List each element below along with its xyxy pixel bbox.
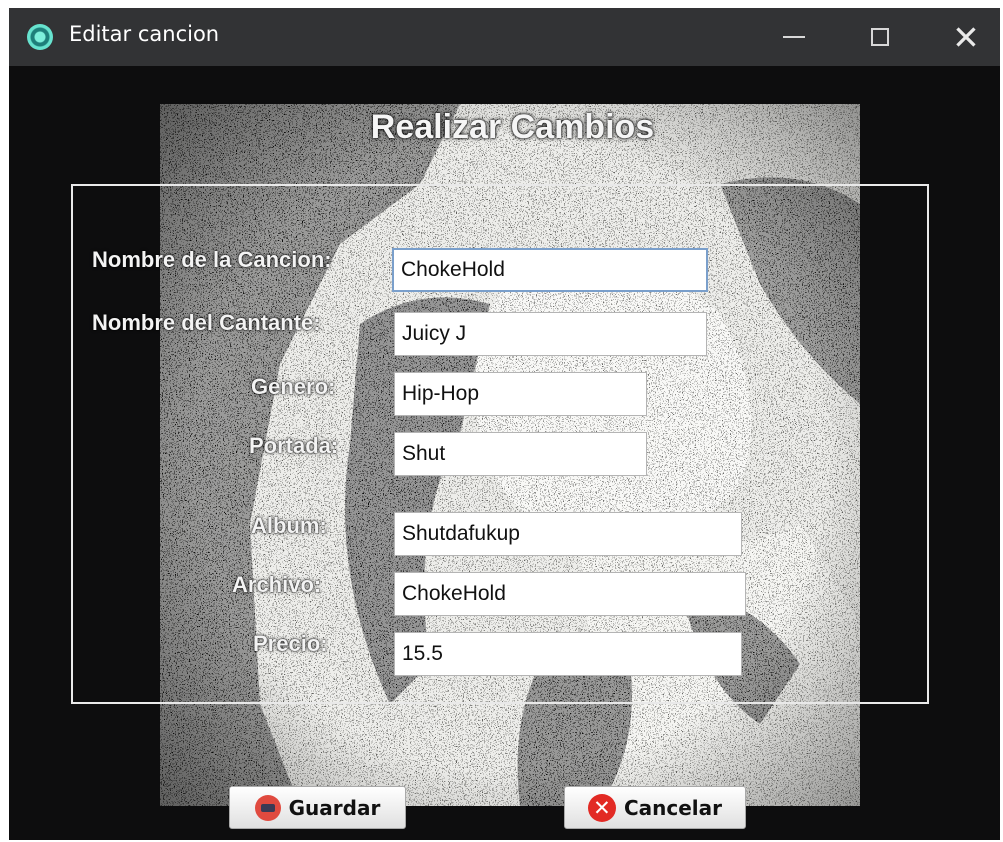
maximize-button[interactable]	[837, 8, 923, 66]
song-name-input[interactable]	[392, 248, 708, 292]
minimize-button[interactable]	[751, 8, 837, 66]
singer-name-label: Nombre del Cantante:	[92, 310, 321, 335]
app-ring-icon	[27, 24, 53, 50]
title-bar[interactable]: Editar cancion ✕	[9, 8, 1000, 66]
file-input[interactable]	[394, 572, 746, 616]
cancel-x-icon: ✕	[587, 793, 616, 822]
save-button-label: Guardar	[288, 795, 381, 820]
cancel-button-label: Cancelar	[623, 795, 723, 820]
cancel-button[interactable]: ✕ Cancelar	[564, 786, 746, 829]
singer-name-input[interactable]	[394, 312, 707, 356]
file-label: Archivo:	[232, 572, 322, 597]
form-heading: Realizar Cambios	[370, 108, 655, 146]
save-button[interactable]: Guardar	[229, 786, 406, 829]
album-input[interactable]	[394, 512, 742, 556]
price-label: Precio:	[253, 631, 328, 656]
window-title: Editar cancion	[69, 22, 220, 46]
cover-input[interactable]	[394, 432, 647, 476]
cover-label: Portada:	[249, 433, 339, 458]
genre-label: Genero:	[251, 374, 336, 399]
close-button[interactable]: ✕	[923, 8, 1000, 66]
edit-song-window: Editar cancion ✕ Realizar Cambios Nombre…	[9, 8, 1000, 840]
genre-input[interactable]	[394, 372, 647, 416]
save-icon	[254, 794, 281, 821]
close-icon: ✕	[952, 17, 980, 57]
album-label: Album:	[251, 513, 327, 538]
price-input[interactable]	[394, 632, 742, 676]
song-name-label: Nombre de la Cancion:	[92, 247, 332, 272]
